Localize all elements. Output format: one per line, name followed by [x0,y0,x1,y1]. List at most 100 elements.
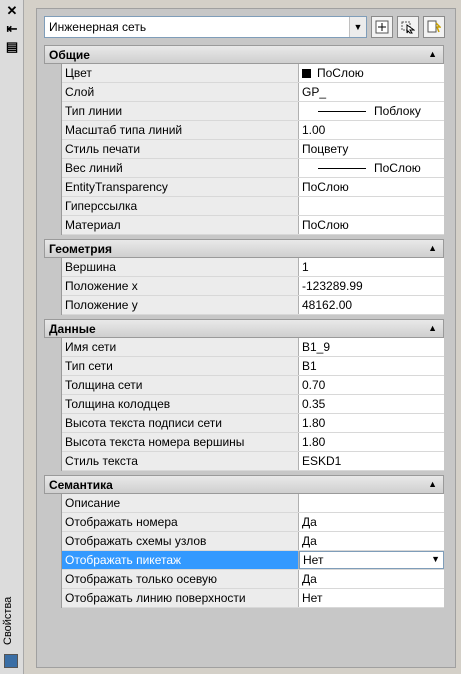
chevron-down-icon[interactable]: ▼ [431,554,440,564]
property-value[interactable]: 0.35 [299,395,444,413]
property-value[interactable]: Поцвету [299,140,444,158]
property-name: Толщина сети [62,376,299,394]
category-geometry[interactable]: Геометрия ▲ [44,239,444,258]
property-row[interactable]: Отображать номера Да [62,513,444,532]
property-name: Материал [62,216,299,234]
lineweight-preview-icon [318,167,366,169]
property-name: Слой [62,83,299,101]
property-row[interactable]: Толщина сети 0.70 [62,376,444,395]
category-data[interactable]: Данные ▲ [44,319,444,338]
auto-hide-icon[interactable]: ⇤ [4,22,20,36]
property-row[interactable]: Слой GP_ [62,83,444,102]
property-row[interactable]: Вес линий ПоСлою [62,159,444,178]
property-value[interactable] [299,197,444,215]
property-row[interactable]: Описание [62,494,444,513]
property-value[interactable]: 1 [299,258,444,276]
property-name: EntityTransparency [62,178,299,196]
property-value[interactable]: Нет [299,589,444,607]
category-general[interactable]: Общие ▲ [44,45,444,64]
property-row[interactable]: Стиль текста ESKD1 [62,452,444,471]
property-value[interactable]: ПоСлою [299,159,444,177]
property-name: Высота текста номера вершины [62,433,299,451]
property-value[interactable]: ПоСлою [299,178,444,196]
category-semantics-rows: Описание Отображать номера Да Отображать … [61,494,444,608]
property-grid: Общие ▲ Цвет ПоСлою Слой GP_ Тип линии Побл… [44,45,444,608]
property-row[interactable]: Положение x -123289.99 [62,277,444,296]
property-name: Стиль текста [62,452,299,470]
property-name: Имя сети [62,338,299,356]
property-row[interactable]: Положение y 48162.00 [62,296,444,315]
property-value[interactable]: 1.00 [299,121,444,139]
category-label: Семантика [49,477,113,492]
property-name: Вес линий [62,159,299,177]
collapse-icon[interactable]: ▲ [428,49,437,59]
object-type-value: Инженерная сеть [49,20,147,34]
palette-title: Свойства [2,596,14,646]
property-row[interactable]: Толщина колодцев 0.35 [62,395,444,414]
property-name: Положение y [62,296,299,314]
property-value[interactable] [299,494,444,512]
property-row[interactable]: Стиль печати Поцвету [62,140,444,159]
property-value[interactable]: 48162.00 [299,296,444,314]
property-value-text: Поблоку [374,104,421,118]
palette-icon[interactable] [4,654,18,668]
property-row[interactable]: EntityTransparency ПоСлою [62,178,444,197]
collapse-icon[interactable]: ▲ [428,323,437,333]
properties-panel: Инженерная сеть ▼ Общие ▲ Цвет ПоСлою Сло… [24,0,461,674]
property-value[interactable]: -123289.99 [299,277,444,295]
category-label: Геометрия [49,241,113,256]
property-row-selected[interactable]: Отображать пикетаж Нет ▼ [62,551,444,570]
property-row[interactable]: Тип линии Поблоку [62,102,444,121]
property-value[interactable]: B1_9 [299,338,444,356]
object-type-select[interactable]: Инженерная сеть ▼ [44,16,367,38]
property-value[interactable]: ESKD1 [299,452,444,470]
pickadd-icon [375,20,389,34]
property-row[interactable]: Высота текста подписи сети 1.80 [62,414,444,433]
property-row[interactable]: Масштаб типа линий 1.00 [62,121,444,140]
chevron-down-icon[interactable]: ▼ [349,17,366,37]
property-name: Описание [62,494,299,512]
property-row[interactable]: Высота текста номера вершины 1.80 [62,433,444,452]
property-row[interactable]: Отображать линию поверхности Нет [62,589,444,608]
property-value[interactable]: B1 [299,357,444,375]
quick-select-icon [427,20,441,33]
property-row[interactable]: Тип сети B1 [62,357,444,376]
toggle-pickadd-button[interactable] [371,16,393,38]
property-value[interactable]: Да [299,532,444,550]
close-icon[interactable]: ✕ [4,4,20,18]
property-name: Отображать схемы узлов [62,532,299,550]
property-value-text: ПоСлою [374,161,421,175]
property-row[interactable]: Гиперссылка [62,197,444,216]
property-name: Отображать номера [62,513,299,531]
properties-menu-icon[interactable]: ▤ [4,40,20,54]
select-objects-button[interactable] [397,16,419,38]
category-label: Данные [49,321,96,336]
property-value[interactable]: Да [299,570,444,588]
category-semantics[interactable]: Семантика ▲ [44,475,444,494]
property-value-dropdown[interactable]: Нет ▼ [299,551,444,569]
property-name: Высота текста подписи сети [62,414,299,432]
property-value-text: Нет [303,553,324,567]
property-row[interactable]: Имя сети B1_9 [62,338,444,357]
property-name: Стиль печати [62,140,299,158]
property-row[interactable]: Отображать только осевую Да [62,570,444,589]
property-value[interactable]: 1.80 [299,433,444,451]
property-value[interactable]: 1.80 [299,414,444,432]
property-value[interactable]: GP_ [299,83,444,101]
property-row[interactable]: Материал ПоСлою [62,216,444,235]
collapse-icon[interactable]: ▲ [428,243,437,253]
property-value[interactable]: 0.70 [299,376,444,394]
property-row[interactable]: Цвет ПоСлою [62,64,444,83]
category-data-rows: Имя сети B1_9 Тип сети B1 Толщина сети 0.70… [61,338,444,471]
property-value[interactable]: ПоСлою [299,216,444,234]
property-value[interactable]: ПоСлою [299,64,444,82]
property-row[interactable]: Отображать схемы узлов Да [62,532,444,551]
property-name: Тип линии [62,102,299,120]
property-row[interactable]: Вершина 1 [62,258,444,277]
property-value[interactable]: Поблоку [299,102,444,120]
quick-select-button[interactable] [423,16,445,38]
collapse-icon[interactable]: ▲ [428,479,437,489]
color-swatch-icon [302,68,311,78]
property-value[interactable]: Да [299,513,444,531]
title-strip: ✕ ⇤ ▤ Свойства [0,0,24,674]
